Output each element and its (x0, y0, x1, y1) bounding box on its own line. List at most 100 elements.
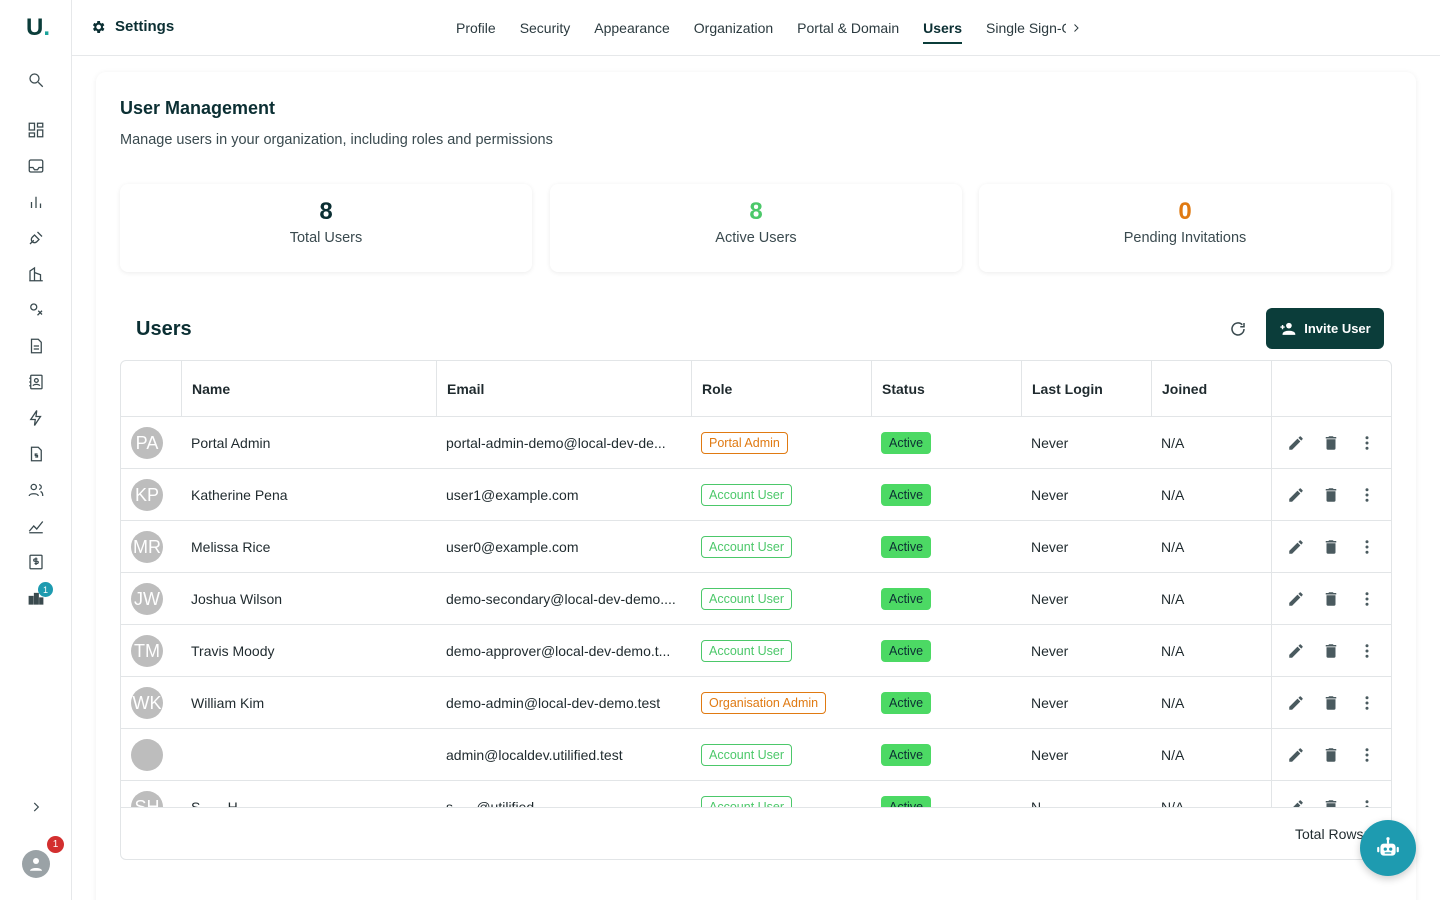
invoice-icon[interactable] (26, 552, 46, 572)
last-login: N... (1031, 799, 1053, 807)
more-vertical-icon[interactable] (1358, 798, 1376, 807)
avatar (131, 739, 163, 771)
more-vertical-icon[interactable] (1358, 590, 1376, 608)
user-avatar[interactable] (22, 850, 50, 878)
tab-single-sign-on[interactable]: Single Sign-O (974, 0, 1066, 56)
analytics-icon[interactable] (26, 516, 46, 536)
joined-date: N/A (1161, 487, 1185, 503)
edit-icon[interactable] (1287, 434, 1305, 452)
settings-tabs: Profile Security Appearance Organization… (444, 0, 1086, 56)
edit-icon[interactable] (1287, 798, 1305, 807)
column-header-last-login[interactable]: Last Login (1021, 361, 1151, 417)
role-cell: Account User (701, 521, 866, 573)
edit-icon[interactable] (1287, 538, 1305, 556)
delete-icon[interactable] (1322, 590, 1340, 608)
role-chip: Portal Admin (701, 432, 788, 454)
table-row[interactable]: WK William Kim demo-admin@local-dev-demo.t… (121, 677, 1391, 729)
more-vertical-icon[interactable] (1358, 694, 1376, 712)
tab-portal-domain[interactable]: Portal & Domain (785, 0, 911, 56)
top-bar: Settings Profile Security Appearance Org… (72, 0, 1440, 56)
last-login: Never (1031, 643, 1069, 659)
billing-doc-icon[interactable] (26, 444, 46, 464)
delete-icon[interactable] (1322, 486, 1340, 504)
table-row[interactable]: MR Melissa Rice user0@example.com Account U… (121, 521, 1391, 573)
status-badge: Active (881, 796, 932, 807)
user-name: Portal Admin (191, 435, 271, 451)
delete-icon[interactable] (1322, 538, 1340, 556)
stat-value: 8 (749, 198, 763, 225)
joined-date: N/A (1161, 747, 1185, 763)
document-icon[interactable] (26, 336, 46, 356)
people-icon[interactable] (26, 480, 46, 500)
status-cell: Active (881, 417, 1021, 469)
invite-user-button[interactable]: Invite User (1266, 308, 1384, 349)
status-badge: Active (881, 536, 932, 558)
joined-date: N/A (1161, 799, 1185, 807)
more-vertical-icon[interactable] (1358, 746, 1376, 764)
last-login: Never (1031, 591, 1069, 607)
assistant-bot-button[interactable] (1360, 820, 1416, 876)
table-row[interactable]: JW Joshua Wilson demo-secondary@local-dev-… (121, 573, 1391, 625)
inbox-icon[interactable] (26, 156, 46, 176)
table-footer: Total Rows: 8 (121, 807, 1391, 859)
user-name: Travis Moody (191, 643, 275, 659)
edit-icon[interactable] (1287, 486, 1305, 504)
tabs-scroll-right-icon[interactable] (1066, 0, 1086, 56)
table-row[interactable]: admin@localdev.utilified.test Account Use… (121, 729, 1391, 781)
column-header-role[interactable]: Role (691, 361, 871, 417)
row-actions (1271, 573, 1391, 625)
avatar-column-header (121, 361, 181, 417)
column-header-name[interactable]: Name (181, 361, 436, 417)
bolt-icon[interactable] (26, 408, 46, 428)
refresh-icon[interactable] (1227, 318, 1249, 340)
edit-icon[interactable] (1287, 642, 1305, 660)
edit-icon[interactable] (1287, 590, 1305, 608)
column-header-email[interactable]: Email (436, 361, 691, 417)
dashboard-icon[interactable] (26, 120, 46, 140)
tab-organization[interactable]: Organization (682, 0, 785, 56)
tab-security[interactable]: Security (508, 0, 583, 56)
role-cell: Account User (701, 625, 866, 677)
more-vertical-icon[interactable] (1358, 434, 1376, 452)
table-row[interactable]: KP Katherine Pena user1@example.com Account… (121, 469, 1391, 521)
table-row[interactable]: PA Portal Admin portal-admin-demo@local-de… (121, 417, 1391, 469)
plug-icon[interactable] (26, 228, 46, 248)
chevron-right-icon[interactable] (26, 797, 46, 817)
role-chip: Organisation Admin (701, 692, 827, 714)
column-header-status[interactable]: Status (871, 361, 1021, 417)
tab-users[interactable]: Users (911, 0, 974, 56)
more-vertical-icon[interactable] (1358, 486, 1376, 504)
delete-icon[interactable] (1322, 798, 1340, 807)
tab-appearance[interactable]: Appearance (582, 0, 682, 56)
app-root: U. 1 1 Settings Profile Security Appeara… (0, 0, 1440, 900)
table-row[interactable]: TM Travis Moody demo-approver@local-dev-de… (121, 625, 1391, 677)
more-vertical-icon[interactable] (1358, 538, 1376, 556)
edit-icon[interactable] (1287, 694, 1305, 712)
user-name: Joshua Wilson (191, 591, 283, 607)
last-login: Never (1031, 487, 1069, 503)
role-chip: Account User (701, 744, 793, 766)
tab-profile[interactable]: Profile (444, 0, 508, 56)
row-actions (1271, 729, 1391, 781)
more-vertical-icon[interactable] (1358, 642, 1376, 660)
delete-icon[interactable] (1322, 746, 1340, 764)
page-subtitle: Manage users in your organization, inclu… (120, 132, 553, 148)
status-badge: Active (881, 744, 932, 766)
edit-icon[interactable] (1287, 746, 1305, 764)
role-chip: Account User (701, 536, 793, 558)
table-row[interactable]: SH S...... H...... s......@utilified......… (121, 781, 1391, 807)
avatar: WK (131, 687, 163, 719)
bar-chart-icon[interactable] (26, 192, 46, 212)
app-logo[interactable]: U. (26, 14, 50, 42)
location-icon[interactable] (26, 300, 46, 320)
delete-icon[interactable] (1322, 434, 1340, 452)
status-badge: Active (881, 588, 932, 610)
building-icon[interactable] (26, 264, 46, 284)
contacts-icon[interactable] (26, 372, 46, 392)
column-header-joined[interactable]: Joined (1151, 361, 1271, 417)
users-table: Name Email Role Status Last Login Joined… (120, 360, 1392, 860)
status-cell: Active (881, 521, 1021, 573)
delete-icon[interactable] (1322, 642, 1340, 660)
delete-icon[interactable] (1322, 694, 1340, 712)
search-icon[interactable] (26, 70, 46, 90)
